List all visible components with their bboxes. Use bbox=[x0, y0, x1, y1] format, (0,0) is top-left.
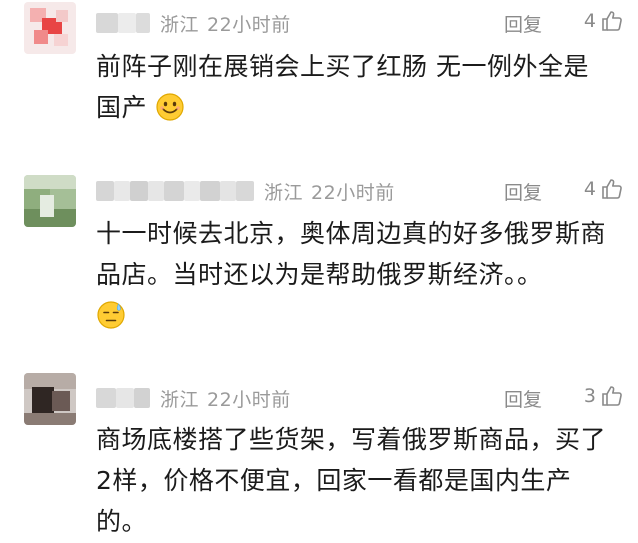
like-button[interactable]: 3 bbox=[584, 384, 624, 408]
comment-text: 前阵子刚在展销会上买了红肠 无一例外全是国产 bbox=[96, 46, 606, 128]
avatar[interactable] bbox=[24, 175, 76, 227]
comment-text: 十一时候去北京，奥体周边真的好多俄罗斯商品店。当时还以为是帮助俄罗斯经济。。 bbox=[96, 213, 606, 336]
comment-text: 商场底楼搭了些货架，写着俄罗斯商品，买了2样，价格不便宜，回家一看都是国内生产的… bbox=[96, 419, 606, 542]
thumbs-up-icon bbox=[602, 386, 622, 406]
avatar[interactable] bbox=[24, 373, 76, 425]
grinning-face-emoji bbox=[156, 93, 185, 121]
comment-meta: 浙江 22小时前 bbox=[96, 178, 395, 204]
like-button[interactable]: 4 bbox=[584, 9, 624, 33]
downcast-face-with-sweat-emoji bbox=[97, 301, 125, 329]
timestamp: 22小时前 bbox=[207, 13, 291, 36]
reply-button[interactable]: 回复 bbox=[504, 385, 542, 412]
thumbs-up-icon bbox=[602, 179, 622, 199]
like-count: 3 bbox=[583, 385, 596, 407]
username-redacted[interactable] bbox=[96, 387, 150, 409]
timestamp: 22小时前 bbox=[311, 181, 395, 204]
location-label: 浙江 bbox=[160, 388, 200, 411]
reply-button[interactable]: 回复 bbox=[504, 10, 542, 37]
like-count: 4 bbox=[583, 178, 596, 200]
avatar[interactable] bbox=[24, 2, 76, 54]
comment-meta: 浙江 22小时前 bbox=[96, 385, 291, 411]
like-button[interactable]: 4 bbox=[584, 177, 624, 201]
username-redacted[interactable] bbox=[96, 180, 254, 202]
comment-text-content: 十一时候去北京，奥体周边真的好多俄罗斯商品店。当时还以为是帮助俄罗斯经济。。 bbox=[96, 219, 607, 289]
timestamp: 22小时前 bbox=[207, 388, 291, 411]
comment-meta: 浙江 22小时前 bbox=[96, 10, 291, 36]
like-count: 4 bbox=[583, 10, 596, 32]
thumbs-up-icon bbox=[602, 11, 622, 31]
username-redacted[interactable] bbox=[96, 12, 150, 34]
location-label: 浙江 bbox=[160, 13, 200, 36]
reply-button[interactable]: 回复 bbox=[504, 178, 542, 205]
comment-text-content: 商场底楼搭了些货架，写着俄罗斯商品，买了2样，价格不便宜，回家一看都是国内生产的… bbox=[96, 425, 607, 536]
location-label: 浙江 bbox=[264, 181, 304, 204]
